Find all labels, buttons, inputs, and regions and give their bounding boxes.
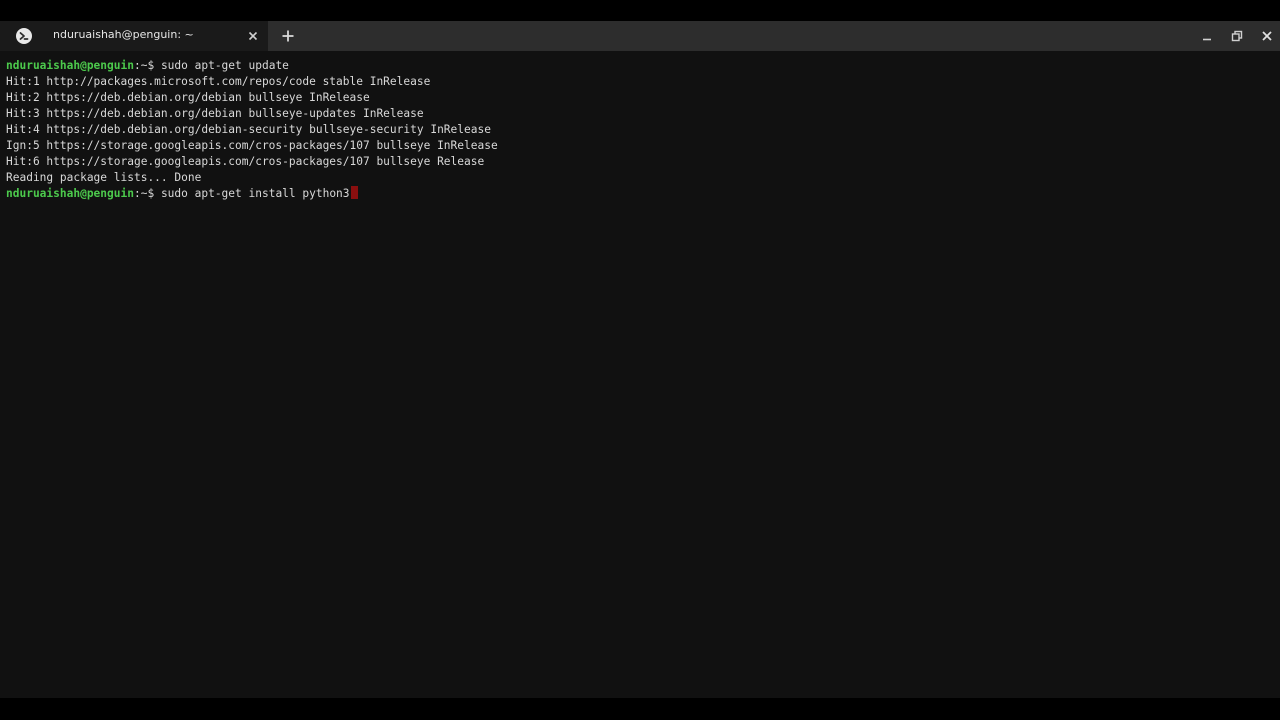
title-bar: nduruaishah@penguin: ~ bbox=[0, 21, 1280, 51]
command-text: sudo apt-get install python3 bbox=[160, 187, 350, 200]
terminal-output[interactable]: nduruaishah@penguin:~$ sudo apt-get upda… bbox=[0, 51, 1280, 698]
close-icon[interactable] bbox=[1259, 28, 1275, 44]
letterbox-top bbox=[0, 0, 1280, 21]
maximize-icon[interactable] bbox=[1229, 28, 1245, 44]
output-line: Hit:2 https://deb.debian.org/debian bull… bbox=[6, 91, 370, 104]
tab-title: nduruaishah@penguin: ~ bbox=[53, 28, 194, 41]
prompt-line: nduruaishah@penguin:~$ sudo apt-get upda… bbox=[6, 58, 1280, 74]
output-line: Reading package lists... Done bbox=[6, 171, 202, 184]
prompt-user: nduruaishah@penguin bbox=[6, 59, 134, 72]
prompt-suffix: :~$ bbox=[133, 59, 161, 72]
terminal-app-icon bbox=[16, 28, 32, 44]
tab-terminal[interactable]: nduruaishah@penguin: ~ bbox=[0, 21, 268, 51]
output-line: Hit:6 https://storage.googleapis.com/cro… bbox=[6, 155, 485, 168]
close-icon[interactable] bbox=[245, 28, 261, 44]
output-line: Hit:3 https://deb.debian.org/debian bull… bbox=[6, 107, 424, 120]
command-text: sudo apt-get update bbox=[160, 59, 289, 72]
prompt-suffix: :~$ bbox=[133, 187, 161, 200]
output-line: Ign:5 https://storage.googleapis.com/cro… bbox=[6, 139, 498, 152]
terminal-window: nduruaishah@penguin: ~ nduruaishah@pengu… bbox=[0, 21, 1280, 698]
output-line: Hit:1 http://packages.microsoft.com/repo… bbox=[6, 75, 431, 88]
plus-icon[interactable] bbox=[280, 28, 296, 44]
minimize-icon[interactable] bbox=[1199, 28, 1215, 44]
prompt-user: nduruaishah@penguin bbox=[6, 187, 134, 200]
text-cursor bbox=[350, 186, 358, 199]
letterbox-bottom bbox=[0, 698, 1280, 720]
output-line: Hit:4 https://deb.debian.org/debian-secu… bbox=[6, 123, 491, 136]
prompt-line: nduruaishah@penguin:~$ sudo apt-get inst… bbox=[6, 186, 1280, 202]
